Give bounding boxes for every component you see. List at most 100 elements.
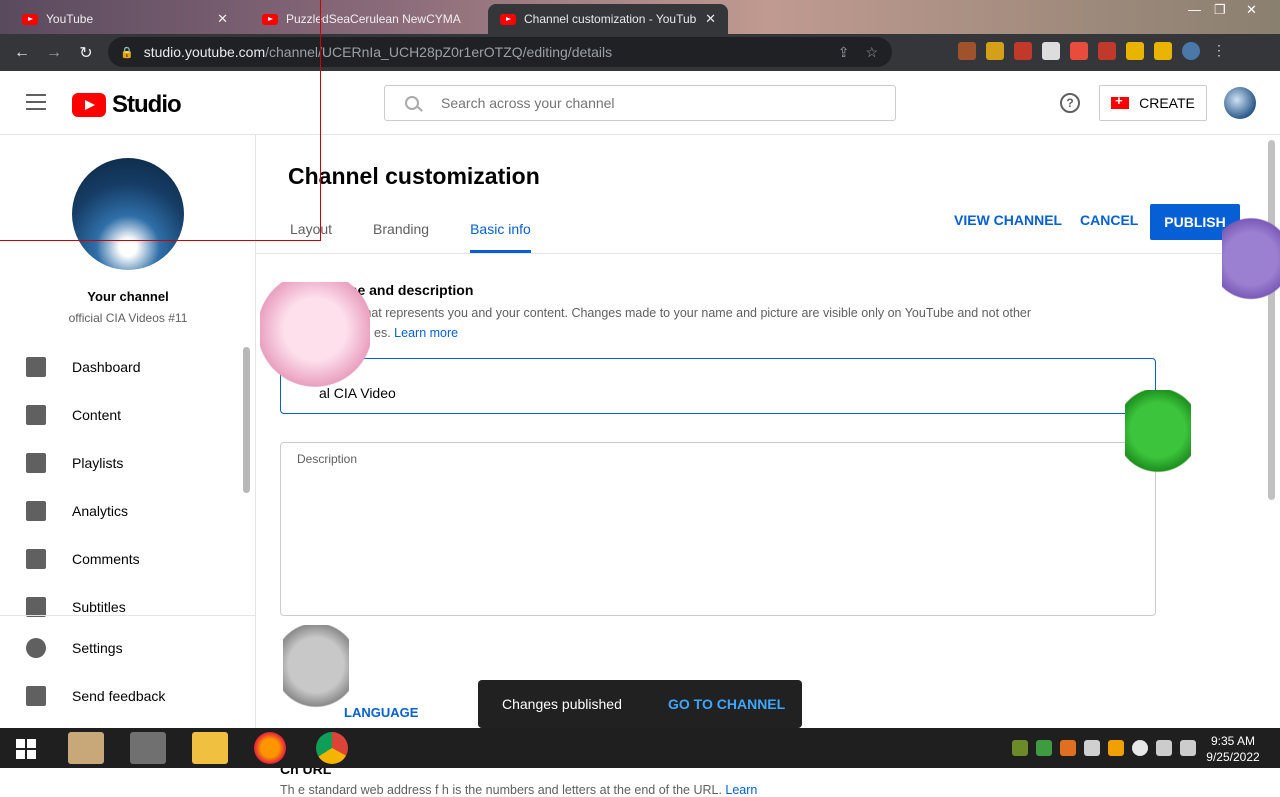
channel-name-input[interactable]	[319, 385, 1119, 401]
add-language-link[interactable]: LANGUAGE	[344, 705, 418, 720]
taskbar-app-icon[interactable]	[130, 732, 166, 764]
sidebar-item-dashboard[interactable]: Dashboard	[0, 343, 240, 391]
learn-link[interactable]: Learn	[725, 783, 757, 797]
snackbar: Changes published GO TO CHANNEL	[478, 680, 802, 728]
search-input[interactable]	[441, 95, 861, 111]
studio-page: Studio ? CREATE Your channel official CI…	[0, 71, 1280, 797]
volume-icon[interactable]	[1180, 740, 1196, 756]
sidebar-scrollbar[interactable]	[243, 347, 250, 493]
tray-icon[interactable]	[1132, 740, 1148, 756]
tab-title: YouTube	[46, 12, 94, 26]
channel-avatar[interactable]	[72, 158, 184, 270]
studio-logo[interactable]: Studio	[72, 91, 182, 119]
bookmark-star-icon[interactable]: ☆	[865, 44, 878, 61]
reload-icon[interactable]: ↻	[70, 43, 102, 63]
url-path: /channel/UCERnIa_UCH28pZ0r1erOTZQ/editin…	[265, 44, 613, 60]
create-button[interactable]: CREATE	[1099, 85, 1207, 121]
description-input[interactable]	[297, 473, 1137, 603]
tray-icon[interactable]	[1108, 740, 1124, 756]
extension-icon[interactable]	[986, 42, 1004, 60]
tray-icon[interactable]	[1084, 740, 1100, 756]
tab-layout[interactable]: Layout	[290, 221, 332, 253]
system-tray	[1012, 740, 1196, 756]
tray-icon[interactable]	[1036, 740, 1052, 756]
sidebar-item-playlists[interactable]: Playlists	[0, 439, 240, 487]
section-description-text-2: es.	[374, 326, 391, 340]
chrome-icon[interactable]	[316, 732, 348, 764]
minimize-icon[interactable]: —	[1188, 2, 1201, 17]
selection-frame-line	[320, 0, 321, 241]
close-icon[interactable]: ✕	[217, 11, 228, 27]
section-description-text: nel name that represents you and your co…	[306, 306, 1032, 320]
forward-icon[interactable]: →	[38, 44, 70, 62]
sidebar-item-settings[interactable]: Settings	[0, 624, 240, 672]
profile-avatar-icon[interactable]	[1182, 42, 1200, 60]
channel-url-description-text: Th e standard web address f h is the num…	[280, 783, 722, 797]
help-icon[interactable]: ?	[1060, 93, 1080, 113]
windows-start-icon[interactable]	[16, 739, 36, 759]
channel-url-description: Th e standard web address f h is the num…	[280, 783, 757, 797]
purple-gorilla-sticker	[1222, 210, 1280, 318]
taskbar-app-icon[interactable]	[68, 732, 104, 764]
feedback-icon	[26, 686, 46, 706]
create-video-icon	[1111, 93, 1130, 109]
sidebar-item-feedback[interactable]: Send feedback	[0, 672, 240, 720]
search-box[interactable]	[384, 85, 896, 121]
view-channel-button[interactable]: VIEW CHANNEL	[954, 212, 1062, 228]
youtube-play-icon	[72, 93, 106, 117]
extension-icon[interactable]	[1042, 42, 1060, 60]
more-menu-icon[interactable]: ⋮	[1210, 42, 1228, 60]
analytics-icon	[26, 501, 46, 521]
window-close-icon[interactable]: ✕	[1246, 2, 1257, 18]
firefox-icon[interactable]	[254, 732, 286, 764]
cancel-button[interactable]: CANCEL	[1080, 212, 1138, 228]
channel-name: official CIA Videos #11	[68, 311, 188, 325]
address-bar[interactable]: 🔒 studio.youtube.com /channel/UCERnIa_UC…	[108, 37, 892, 67]
close-icon[interactable]: ✕	[705, 11, 716, 27]
sidebar-item-analytics[interactable]: Analytics	[0, 487, 240, 535]
browser-tab[interactable]: YouTube ✕	[10, 4, 240, 34]
gray-cat-sticker	[283, 625, 349, 725]
file-explorer-icon[interactable]	[192, 732, 228, 764]
back-icon[interactable]: ←	[6, 44, 38, 62]
share-icon[interactable]: ⇪	[838, 44, 850, 61]
menu-icon[interactable]	[26, 94, 46, 115]
description-field[interactable]: Description	[280, 442, 1156, 616]
main-scrollbar[interactable]	[1268, 140, 1275, 500]
sidebar-item-comments[interactable]: Comments	[0, 535, 240, 583]
extension-icon[interactable]	[1014, 42, 1032, 60]
sidebar-item-label: Comments	[72, 551, 140, 567]
channel-name-field[interactable]	[280, 358, 1156, 414]
page-title: Channel customization	[288, 163, 540, 189]
playlists-icon	[26, 453, 46, 473]
tab-basic-info[interactable]: Basic info	[470, 221, 531, 253]
sidebar-item-content[interactable]: Content	[0, 391, 240, 439]
logo-text: Studio	[112, 91, 182, 118]
tray-icon[interactable]	[1060, 740, 1076, 756]
cat-sticker	[260, 282, 370, 417]
extension-icon[interactable]	[1070, 42, 1088, 60]
extension-icon[interactable]	[1098, 42, 1116, 60]
sidebar-item-label: Dashboard	[72, 359, 141, 375]
tray-icon[interactable]	[1012, 740, 1028, 756]
network-icon[interactable]	[1156, 740, 1172, 756]
account-avatar[interactable]	[1224, 87, 1256, 119]
side-panel-icon[interactable]	[1154, 42, 1172, 60]
green-parrot-sticker	[1125, 390, 1191, 490]
puzzle-icon[interactable]	[1126, 42, 1144, 60]
go-to-channel-button[interactable]: GO TO CHANNEL	[668, 696, 785, 712]
comments-icon	[26, 549, 46, 569]
sidebar-divider	[0, 615, 255, 616]
browser-tab-active[interactable]: Channel customization - YouTub ✕	[488, 4, 728, 34]
tab-branding[interactable]: Branding	[373, 221, 429, 253]
extension-icon[interactable]	[958, 42, 976, 60]
snackbar-message: Changes published	[502, 696, 622, 712]
learn-more-link[interactable]: Learn more	[394, 326, 458, 340]
restore-icon[interactable]: ❐	[1214, 2, 1226, 18]
browser-tab[interactable]: PuzzledSeaCerulean NewCYMA	[250, 4, 486, 34]
taskbar-clock[interactable]: 9:35 AM 9/25/2022	[1196, 733, 1270, 765]
sidebar-item-label: Settings	[72, 640, 123, 656]
selection-frame-line	[0, 240, 320, 241]
content-icon	[26, 405, 46, 425]
clock-time: 9:35 AM	[1210, 734, 1256, 748]
